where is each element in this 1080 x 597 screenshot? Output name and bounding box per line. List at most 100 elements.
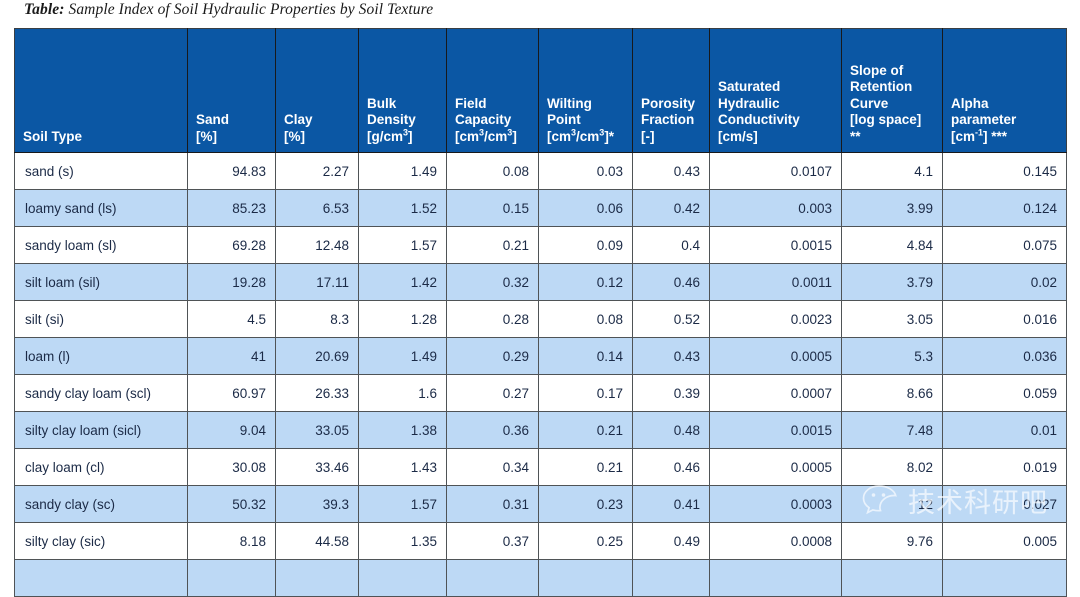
cell-clay: 26.33 xyxy=(275,374,359,412)
column-header-line: parameter xyxy=(951,112,1017,127)
column-header-4[interactable]: Field Capacity [cm3/cm3] xyxy=(446,28,539,153)
table-row[interactable]: loamy sand (ls) 85.23 6.53 1.52 0.15 0.06 0.42… xyxy=(14,189,1067,227)
cell-soil-type: loamy sand (ls) xyxy=(14,189,188,227)
cell-clay: 2.27 xyxy=(275,152,359,190)
cell-wilting_point: 0.23 xyxy=(538,485,633,523)
cell-field_capacity: 0.21 xyxy=(446,226,539,264)
column-header-9[interactable]: Alpha parameter [cm-1] *** xyxy=(942,28,1067,153)
cell-bulk_density: 1.49 xyxy=(358,337,447,375)
table-row[interactable]: silty clay (sic) 8.18 44.58 1.35 0.37 0.25 0.4… xyxy=(14,522,1067,560)
cell-ksat: 0.0015 xyxy=(709,411,842,449)
cell-ksat: 0.0008 xyxy=(709,522,842,560)
cell-bulk_density: 1.28 xyxy=(358,300,447,338)
column-header-3[interactable]: Bulk Density [g/cm3] xyxy=(358,28,447,153)
cell-sand xyxy=(187,559,276,597)
cell-clay: 33.05 xyxy=(275,411,359,449)
column-header-7[interactable]: Saturated Hydraulic Conductivity [cm/s] xyxy=(709,28,842,153)
cell-slope: 8.66 xyxy=(841,374,943,412)
table-row[interactable] xyxy=(14,559,1067,597)
column-header-line: [cm3/cm3]* xyxy=(547,127,615,144)
table-row[interactable]: sandy loam (sl) 69.28 12.48 1.57 0.21 0.09 0.4… xyxy=(14,226,1067,264)
column-header-line: Sand xyxy=(196,112,230,127)
cell-soil-type: silty clay (sic) xyxy=(14,522,188,560)
cell-porosity: 0.41 xyxy=(632,485,710,523)
cell-wilting_point: 0.21 xyxy=(538,448,633,486)
cell-bulk_density: 1.35 xyxy=(358,522,447,560)
column-header-line: Saturated xyxy=(718,79,781,94)
cell-sand: 30.08 xyxy=(187,448,276,486)
column-header-line: [-] xyxy=(641,128,655,144)
cell-bulk_density xyxy=(358,559,447,597)
cell-soil-type: sandy loam (sl) xyxy=(14,226,188,264)
cell-porosity: 0.42 xyxy=(632,189,710,227)
cell-field_capacity: 0.08 xyxy=(446,152,539,190)
column-header-line: Alpha xyxy=(951,95,989,111)
table-row[interactable]: silt (si) 4.5 8.3 1.28 0.28 0.08 0.52 0.0023 3.0… xyxy=(14,300,1067,338)
column-header-line: Conductivity xyxy=(718,112,800,127)
cell-clay: 33.46 xyxy=(275,448,359,486)
caption-text: Sample Index of Soil Hydraulic Propertie… xyxy=(64,1,434,18)
column-header-6[interactable]: Porosity Fraction [-] xyxy=(632,28,710,153)
cell-soil-type: silt (si) xyxy=(14,300,188,338)
cell-slope: 4.1 xyxy=(841,152,943,190)
table-row[interactable]: loam (l) 41 20.69 1.49 0.29 0.14 0.43 0.0005 5.3… xyxy=(14,337,1067,375)
cell-clay: 6.53 xyxy=(275,189,359,227)
cell-soil-type xyxy=(14,559,188,597)
column-header-1[interactable]: Sand [%] xyxy=(187,28,276,153)
cell-sand: 4.5 xyxy=(187,300,276,338)
cell-slope: 8.02 xyxy=(841,448,943,486)
cell-ksat: 0.0011 xyxy=(709,263,842,301)
cell-sand: 94.83 xyxy=(187,152,276,190)
column-header-line: Hydraulic xyxy=(718,95,780,111)
cell-soil-type: clay loam (cl) xyxy=(14,448,188,486)
column-header-line: Bulk xyxy=(367,95,397,111)
table-row[interactable]: silt loam (sil) 19.28 17.11 1.42 0.32 0.12 0.4… xyxy=(14,263,1067,301)
cell-wilting_point: 0.14 xyxy=(538,337,633,375)
cell-field_capacity: 0.37 xyxy=(446,522,539,560)
table-row[interactable]: clay loam (cl) 30.08 33.46 1.43 0.34 0.21 0.46… xyxy=(14,448,1067,486)
cell-sand: 19.28 xyxy=(187,263,276,301)
cell-wilting_point: 0.21 xyxy=(538,411,633,449)
cell-slope: 9.76 xyxy=(841,522,943,560)
header-row: Soil Type Sand [%] Clay [%] Bulk Density [g/cm3… xyxy=(14,28,1067,153)
column-header-8[interactable]: Slope of Retention Curve [log space] ** xyxy=(841,28,943,153)
cell-alpha: 0.027 xyxy=(942,485,1067,523)
cell-alpha: 0.036 xyxy=(942,337,1067,375)
cell-alpha: 0.145 xyxy=(942,152,1067,190)
column-header-0[interactable]: Soil Type xyxy=(14,28,188,153)
column-header-2[interactable]: Clay [%] xyxy=(275,28,359,153)
cell-alpha: 0.124 xyxy=(942,189,1067,227)
cell-soil-type: sandy clay (sc) xyxy=(14,485,188,523)
table-caption: Table: Sample Index of Soil Hydraulic Pr… xyxy=(24,1,433,19)
cell-sand: 69.28 xyxy=(187,226,276,264)
column-header-line: Porosity xyxy=(641,95,696,111)
cell-sand: 60.97 xyxy=(187,374,276,412)
cell-bulk_density: 1.49 xyxy=(358,152,447,190)
cell-ksat: 0.0005 xyxy=(709,448,842,486)
cell-clay: 17.11 xyxy=(275,263,359,301)
column-header-line: [cm3/cm3] xyxy=(455,127,517,144)
soil-properties-table-container: Soil Type Sand [%] Clay [%] Bulk Density [g/cm3… xyxy=(14,28,1067,597)
cell-porosity: 0.46 xyxy=(632,263,710,301)
column-header-line: [log space] xyxy=(850,112,922,127)
column-header-line: Clay xyxy=(284,112,313,127)
cell-bulk_density: 1.43 xyxy=(358,448,447,486)
cell-wilting_point: 0.09 xyxy=(538,226,633,264)
table-row[interactable]: sandy clay (sc) 50.32 39.3 1.57 0.31 0.23 0.41… xyxy=(14,485,1067,523)
table-row[interactable]: silty clay loam (sicl) 9.04 33.05 1.38 0.36 0… xyxy=(14,411,1067,449)
cell-bulk_density: 1.52 xyxy=(358,189,447,227)
cell-clay: 44.58 xyxy=(275,522,359,560)
cell-porosity xyxy=(632,559,710,597)
cell-sand: 9.04 xyxy=(187,411,276,449)
table-row[interactable]: sandy clay loam (scl) 60.97 26.33 1.6 0.27 0.… xyxy=(14,374,1067,412)
cell-porosity: 0.52 xyxy=(632,300,710,338)
cell-ksat: 0.0007 xyxy=(709,374,842,412)
cell-soil-type: sand (s) xyxy=(14,152,188,190)
column-header-5[interactable]: Wilting Point [cm3/cm3]* xyxy=(538,28,633,153)
cell-wilting_point: 0.12 xyxy=(538,263,633,301)
table-row[interactable]: sand (s) 94.83 2.27 1.49 0.08 0.03 0.43 0.0107 4… xyxy=(14,152,1067,190)
cell-slope: 3.99 xyxy=(841,189,943,227)
table-body: sand (s) 94.83 2.27 1.49 0.08 0.03 0.43 0.0107 4… xyxy=(14,152,1067,597)
column-header-line: Slope of xyxy=(850,62,904,78)
column-header-line: Curve xyxy=(850,95,889,111)
